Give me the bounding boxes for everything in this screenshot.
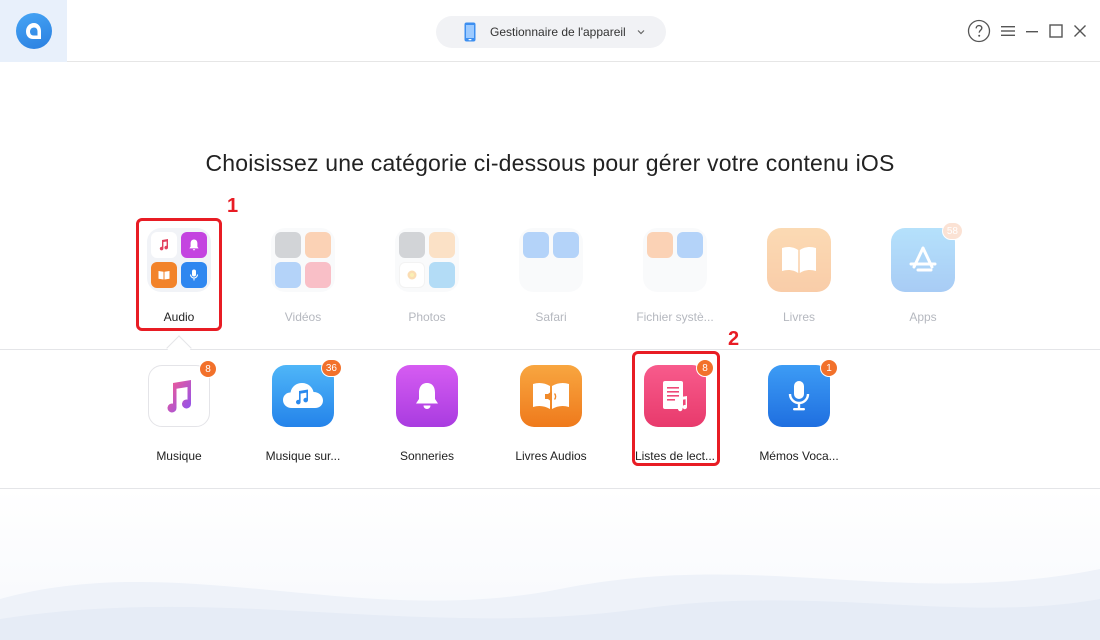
ringtone-bell-icon	[396, 365, 458, 427]
category-books[interactable]: Livres	[749, 228, 849, 324]
music-app-icon: 8	[148, 360, 217, 427]
category-label: Livres	[782, 310, 815, 324]
page-heading: Choisissez une catégorie ci-dessous pour…	[205, 150, 895, 176]
playlists-highlight-box	[632, 351, 720, 466]
subcategory-voice-memos[interactable]: 1 Mémos Voca...	[744, 359, 854, 463]
title-bar: Gestionnaire de l'appareil	[0, 0, 1100, 62]
video-camera-icon	[305, 232, 331, 258]
step-number-1: 1	[227, 195, 239, 217]
open-book-icon	[782, 246, 816, 273]
category-apps[interactable]: 58 Apps	[873, 222, 973, 324]
close-icon	[1074, 25, 1086, 37]
subcategory-label: Mémos Voca...	[759, 449, 839, 463]
help-button[interactable]	[966, 18, 992, 44]
category-label: Photos	[408, 310, 446, 324]
cloud-music-count-badge: 36	[320, 359, 342, 377]
app-store-icon	[909, 246, 937, 272]
usb-drive-icon	[677, 232, 703, 258]
voice-memo-microphone-icon: 1	[768, 359, 838, 427]
phone-icon	[464, 22, 476, 42]
wave-decoration	[0, 569, 1100, 640]
tv-icon	[275, 262, 301, 288]
subcategory-music[interactable]: 8 Musique	[124, 360, 234, 463]
books-category-icon	[767, 228, 831, 292]
audiobook-app-icon	[520, 365, 582, 427]
subcategory-cloud-music[interactable]: 36 Musique sur...	[248, 359, 358, 463]
app-logo-area	[0, 0, 67, 62]
category-label: Vidéos	[284, 310, 322, 324]
subcategory-label: Livres Audios	[515, 449, 587, 463]
phone-apps-icon	[647, 232, 673, 258]
photo-folder-icon	[429, 232, 455, 258]
photos-category-icon	[395, 228, 459, 292]
music-count-badge: 8	[199, 360, 217, 378]
category-label: Fichier systè...	[636, 310, 714, 324]
maximize-icon	[1049, 24, 1063, 38]
audio-highlight-box	[136, 218, 222, 331]
menu-icon	[1001, 26, 1015, 36]
help-icon	[967, 19, 991, 43]
apps-category-icon: 58	[891, 222, 963, 292]
subcategory-label: Musique sur...	[265, 449, 341, 463]
voice-memo-count-badge: 1	[820, 359, 838, 377]
info-icon	[523, 232, 549, 258]
category-safari[interactable]: Safari	[501, 228, 601, 324]
chevron-down-icon	[637, 30, 645, 35]
maximize-button[interactable]	[1043, 18, 1069, 44]
camera-icon	[399, 232, 425, 258]
flower-icon	[399, 262, 425, 288]
category-videos[interactable]: Vidéos	[253, 228, 353, 324]
browser-icon	[553, 232, 579, 258]
category-photos[interactable]: Photos	[377, 228, 477, 324]
category-label: Apps	[909, 310, 937, 324]
minimize-icon	[1026, 31, 1038, 33]
cloud-music-icon: 36	[272, 359, 342, 427]
background-decoration	[0, 489, 1100, 640]
close-button[interactable]	[1067, 18, 1093, 44]
minimize-button[interactable]	[1019, 18, 1045, 44]
device-manager-dropdown[interactable]: Gestionnaire de l'appareil	[436, 16, 666, 48]
subcategory-ringtones[interactable]: Sonneries	[372, 365, 482, 463]
app-logo-icon	[15, 13, 52, 49]
category-system-files[interactable]: Fichier systè...	[625, 228, 725, 324]
menu-button[interactable]	[995, 18, 1021, 44]
safari-category-icon	[519, 228, 583, 292]
clapper-icon	[275, 232, 301, 258]
subcategory-label: Sonneries	[399, 449, 455, 463]
step-number-2: 2	[728, 328, 740, 350]
device-manager-label: Gestionnaire de l'appareil	[490, 25, 626, 39]
video-folder-icon	[305, 262, 331, 288]
system-files-category-icon	[643, 228, 707, 292]
bird-icon	[429, 262, 455, 288]
videos-category-icon	[271, 228, 335, 292]
subcategory-audiobooks[interactable]: Livres Audios	[496, 365, 606, 463]
apps-count-badge: 58	[941, 222, 963, 240]
category-label: Safari	[535, 310, 567, 324]
subcategory-label: Musique	[156, 449, 202, 463]
